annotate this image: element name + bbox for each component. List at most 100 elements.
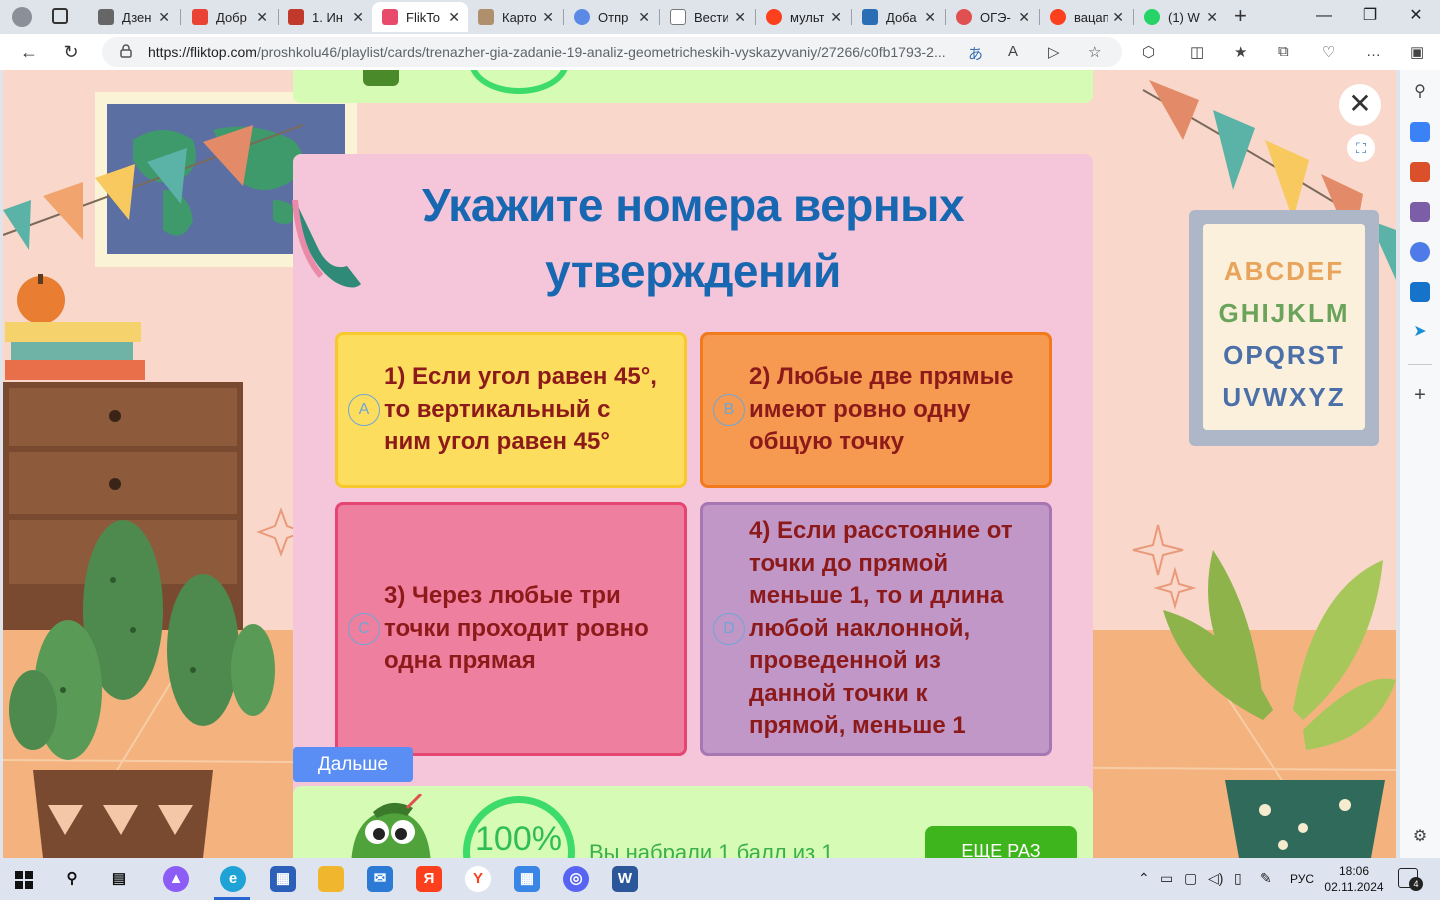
page-viewport: ABCDEF GHIJKLM OPQRST UVWXYZ Укажите ном… xyxy=(3,70,1396,858)
previous-card-footer xyxy=(293,70,1093,103)
outlook-icon[interactable] xyxy=(1410,282,1430,302)
doc-icon xyxy=(288,9,304,25)
lock-icon[interactable] xyxy=(120,44,132,58)
tab-vesti[interactable]: Вести ✕ xyxy=(660,2,754,32)
tab-dzen[interactable]: Дзен ✕ xyxy=(88,2,178,32)
favorites-icon[interactable]: ★ xyxy=(1234,43,1247,61)
close-icon[interactable]: ✕ xyxy=(1206,9,1218,26)
word-icon[interactable]: W xyxy=(612,866,638,892)
address-bar: ← ↻ https://fliktop.com/proshkolu46/play… xyxy=(0,34,1440,70)
extensions-icon[interactable]: ⬡ xyxy=(1142,43,1155,61)
input-language[interactable]: РУС xyxy=(1290,872,1314,886)
tab-whatsapp[interactable]: (1) W ✕ xyxy=(1134,2,1226,32)
windows-start-icon[interactable] xyxy=(15,871,33,889)
translate-icon[interactable]: あ xyxy=(968,43,983,64)
mascot-icon xyxy=(351,794,431,858)
task-view-icon[interactable]: ▤ xyxy=(106,866,132,892)
url-host: https://fliktop.com xyxy=(148,44,257,60)
close-icon[interactable]: ✕ xyxy=(830,9,842,26)
search-icon[interactable]: ⚲ xyxy=(1410,82,1430,102)
minimize-icon[interactable]: — xyxy=(1304,4,1344,28)
close-icon[interactable]: ✕ xyxy=(256,9,268,26)
notifications-icon[interactable]: 4 xyxy=(1398,868,1423,891)
file-explorer-icon[interactable] xyxy=(318,866,344,892)
answer-option-d[interactable]: D 4) Если расстояние от точки до прямой … xyxy=(700,502,1052,756)
tools-icon[interactable] xyxy=(1410,162,1430,182)
close-icon[interactable]: ✕ xyxy=(1018,9,1030,26)
battery-icon[interactable]: ▯ xyxy=(1234,870,1242,887)
url-path: /proshkolu46/playlist/cards/trenazher-gi… xyxy=(256,44,946,60)
question-card: Укажите номера верных утверждений A 1) Е… xyxy=(292,154,1093,854)
page-icon xyxy=(670,9,686,25)
mail-icon xyxy=(574,9,590,25)
read-aloud-icon[interactable]: A xyxy=(1008,43,1018,60)
tab-yandex-vatsap[interactable]: вацап ✕ xyxy=(1040,2,1132,32)
copilot-icon[interactable] xyxy=(1410,242,1430,262)
add-sidebar-app-icon[interactable]: + xyxy=(1410,385,1430,405)
network-icon[interactable]: ▭ xyxy=(1160,870,1173,887)
favorite-star-icon[interactable]: ☆ xyxy=(1088,43,1101,61)
close-icon[interactable]: ✕ xyxy=(352,9,364,26)
url-input[interactable]: https://fliktop.com/proshkolu46/playlist… xyxy=(102,37,1122,67)
answer-option-a[interactable]: A 1) Если угол равен 45°, то вертикальны… xyxy=(335,332,687,488)
clock[interactable]: 18:06 02.11.2024 xyxy=(1322,863,1386,895)
tab-actions-icon[interactable] xyxy=(52,8,68,24)
yandex-browser-icon[interactable]: Y xyxy=(465,866,491,892)
mail-icon[interactable]: ✉ xyxy=(367,866,393,892)
reload-icon[interactable]: ↻ xyxy=(58,40,84,64)
yandex-icon xyxy=(766,9,782,25)
tab-mail[interactable]: Отпр ✕ xyxy=(564,2,658,32)
discord-icon[interactable]: ◎ xyxy=(563,866,589,892)
store-icon[interactable]: ▦ xyxy=(514,866,540,892)
search-icon[interactable]: ⚲ xyxy=(59,866,85,892)
back-icon[interactable]: ← xyxy=(16,40,42,64)
more-menu-icon[interactable]: … xyxy=(1366,43,1381,60)
answer-option-b[interactable]: B 2) Любые две прямые имеют ровно одну о… xyxy=(700,332,1052,488)
tab-fliktop[interactable]: FlikTo ✕ xyxy=(372,2,468,32)
collections-icon[interactable]: ⧉ xyxy=(1278,43,1289,60)
tab-yandex-mult[interactable]: мульт ✕ xyxy=(756,2,850,32)
new-tab-icon[interactable]: + xyxy=(1234,3,1247,29)
close-icon[interactable]: ✕ xyxy=(734,9,746,26)
tab-gmail[interactable]: Добр ✕ xyxy=(182,2,276,32)
immersive-reader-icon[interactable]: ▷ xyxy=(1048,43,1060,61)
close-icon[interactable]: ✕ xyxy=(1112,9,1124,26)
window-close-icon[interactable]: ✕ xyxy=(1396,4,1436,28)
next-button[interactable]: Дальше xyxy=(293,747,413,782)
split-screen-icon[interactable]: ◫ xyxy=(1190,43,1204,61)
restore-icon[interactable]: ❐ xyxy=(1350,4,1390,28)
settings-gear-icon[interactable]: ⚙ xyxy=(1410,827,1430,847)
score-text: Вы набрали 1 балл из 1 xyxy=(589,840,834,858)
close-icon[interactable]: ✕ xyxy=(542,9,554,26)
close-icon[interactable]: ✕ xyxy=(924,9,936,26)
edge-icon[interactable]: e xyxy=(220,866,246,892)
news-app-icon[interactable]: ▦ xyxy=(270,866,296,892)
fullscreen-icon[interactable]: ⛶ xyxy=(1347,134,1375,162)
volume-icon[interactable]: ◁) xyxy=(1208,870,1223,887)
meet-icon[interactable]: ▢ xyxy=(1184,870,1197,887)
tab-oge[interactable]: ОГЭ- ✕ xyxy=(946,2,1038,32)
close-icon[interactable]: ✕ xyxy=(638,9,650,26)
retry-button[interactable]: ЕЩЕ РАЗ xyxy=(925,826,1077,858)
close-icon[interactable]: ✕ xyxy=(448,9,460,26)
performance-icon[interactable]: ♡ xyxy=(1322,43,1335,61)
profile-avatar-icon[interactable] xyxy=(12,7,32,27)
yandex-icon[interactable]: Я xyxy=(416,866,442,892)
pen-icon[interactable]: ✎ xyxy=(1260,870,1272,887)
yandex-icon xyxy=(1050,9,1066,25)
close-icon[interactable]: ✕ xyxy=(1339,84,1381,126)
tab-cards[interactable]: Карто ✕ xyxy=(468,2,562,32)
oge-icon xyxy=(956,9,972,25)
sidebar-toggle-icon[interactable]: ▣ xyxy=(1410,43,1424,61)
telegram-icon[interactable]: ➤ xyxy=(1410,322,1430,342)
shopping-tag-icon[interactable] xyxy=(1410,122,1430,142)
tab-doc[interactable]: 1. Ин ✕ xyxy=(278,2,372,32)
alice-icon[interactable]: ▲ xyxy=(163,866,189,892)
tab-book[interactable]: Доба ✕ xyxy=(852,2,944,32)
answer-text-d: 4) Если расстояние от точки до прямой ме… xyxy=(749,517,1013,740)
answer-option-c[interactable]: C 3) Через любые три точки проходит ровн… xyxy=(335,502,687,756)
answer-text-b: 2) Любые две прямые имеют ровно одну общ… xyxy=(749,363,1014,456)
tray-overflow-icon[interactable]: ⌃ xyxy=(1138,870,1150,887)
close-icon[interactable]: ✕ xyxy=(158,9,170,26)
games-icon[interactable] xyxy=(1410,202,1430,222)
